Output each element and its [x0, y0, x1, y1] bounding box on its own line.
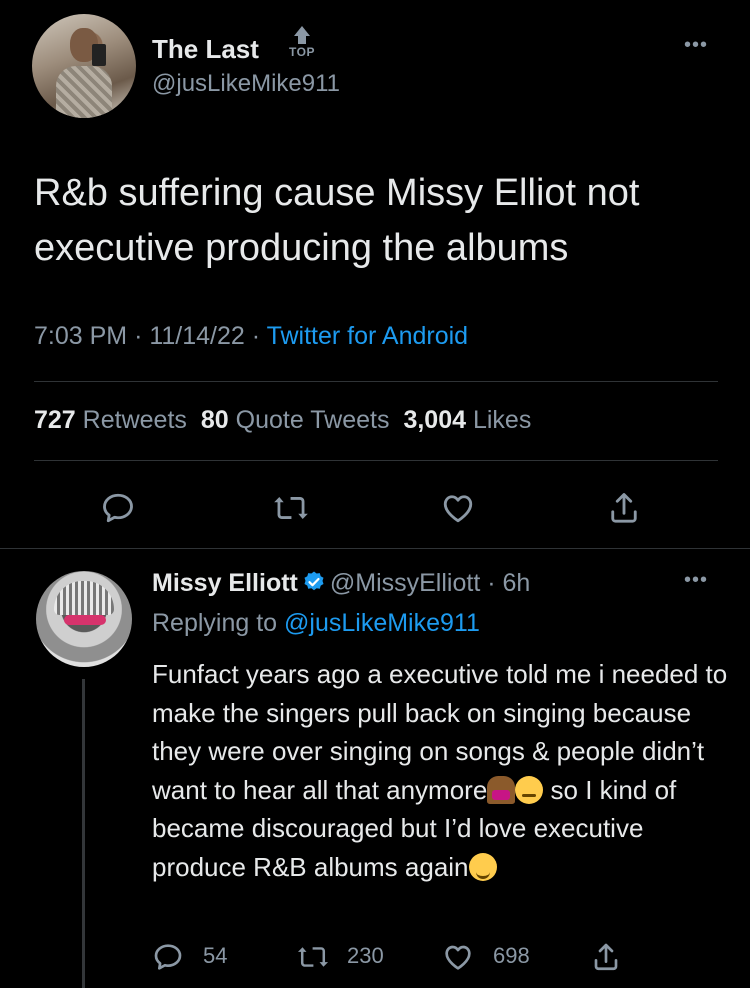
more-options-icon[interactable]: ••• — [684, 34, 708, 57]
reply-actions: 54 230 698 — [0, 941, 750, 975]
meta-separator: · — [251, 322, 267, 350]
top-badge-label: TOP — [289, 45, 315, 59]
likes-label: Likes — [472, 406, 532, 434]
reply-header: Missy Elliott @MissyElliott · 6h — [152, 569, 530, 601]
share-icon[interactable] — [606, 490, 642, 531]
main-tweet: The Last TOP @jusLikeMike911 ••• R&b suf… — [0, 0, 750, 548]
relieved-face-emoji — [468, 852, 497, 881]
verified-badge-icon — [302, 570, 326, 601]
author-name[interactable]: The Last — [152, 34, 259, 65]
tweet-date[interactable]: 11/14/22 — [149, 322, 244, 350]
tweet-time[interactable]: 7:03 PM — [34, 322, 127, 350]
tweet-text: R&b suffering cause Missy Elliot not exe… — [34, 172, 640, 269]
pensive-face-emoji — [515, 775, 544, 804]
more-options-icon[interactable]: ••• — [684, 569, 708, 592]
reply-count: 54 — [203, 943, 228, 968]
retweet-count: 230 — [347, 943, 384, 968]
reply-avatar[interactable] — [36, 571, 132, 667]
quotes-stat[interactable]: 80 Quote Tweets — [201, 406, 390, 434]
quotes-label: Quote Tweets — [235, 406, 390, 434]
avatar-helmet — [54, 581, 114, 615]
reply-icon[interactable] — [100, 490, 136, 531]
divider — [34, 460, 718, 461]
retweet-icon[interactable] — [272, 490, 310, 531]
quotes-count: 80 — [200, 406, 229, 434]
reply-author-name[interactable]: Missy Elliott — [152, 569, 298, 597]
person-shrugging-emoji — [487, 775, 516, 804]
likes-count: 3,004 — [403, 406, 467, 434]
author-handle[interactable]: @jusLikeMike911 — [152, 70, 340, 98]
reply-author-handle[interactable]: @MissyElliott — [330, 569, 480, 597]
retweets-stat[interactable]: 727 Retweets — [34, 406, 187, 434]
avatar-glasses — [64, 615, 106, 625]
retweets-label: Retweets — [82, 406, 187, 434]
avatar-shirt — [56, 66, 112, 118]
meta-separator: · — [480, 569, 503, 597]
reply-icon[interactable] — [152, 941, 184, 978]
replying-mention[interactable]: @jusLikeMike911 — [284, 609, 480, 637]
likes-stat[interactable]: 3,004 Likes — [403, 406, 531, 434]
divider — [34, 381, 718, 382]
reply-tweet[interactable]: Missy Elliott @MissyElliott · 6h ••• Repl… — [0, 549, 750, 988]
top-badge-icon: TOP — [286, 26, 318, 64]
retweet-icon[interactable] — [296, 941, 330, 978]
avatar-phone — [92, 44, 106, 66]
replying-prefix: Replying to — [152, 609, 278, 637]
tweet-stats: 727 Retweets 80 Quote Tweets 3,004 Likes — [34, 406, 531, 435]
replying-to: Replying to @jusLikeMike911 — [152, 609, 480, 638]
retweets-count: 727 — [34, 406, 76, 434]
tweet-actions — [0, 488, 750, 528]
tweet-meta: 7:03 PM · 11/14/22 · Twitter for Android — [34, 322, 468, 351]
heart-icon[interactable] — [442, 941, 474, 978]
like-count: 698 — [493, 943, 530, 968]
top-arrow-stem — [298, 35, 306, 44]
heart-icon[interactable] — [440, 490, 476, 531]
reply-text: Funfact years ago a executive told me i … — [152, 655, 732, 886]
avatar[interactable] — [32, 14, 136, 118]
tweet-source[interactable]: Twitter for Android — [267, 322, 468, 350]
reply-age[interactable]: 6h — [502, 569, 530, 597]
meta-separator: · — [134, 322, 150, 350]
share-icon[interactable] — [590, 941, 622, 978]
